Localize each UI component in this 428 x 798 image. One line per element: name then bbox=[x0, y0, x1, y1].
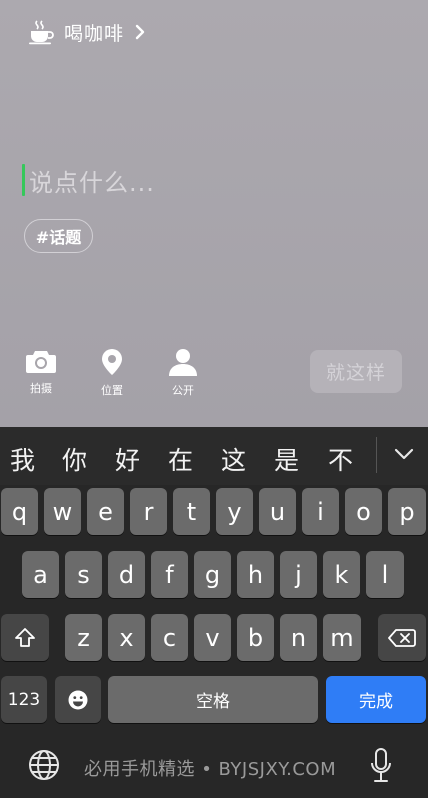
key-v[interactable]: v bbox=[194, 614, 231, 661]
key-f[interactable]: f bbox=[151, 551, 188, 598]
key-t[interactable]: t bbox=[173, 488, 210, 535]
key-c[interactable]: c bbox=[151, 614, 188, 661]
microphone-icon[interactable] bbox=[369, 747, 393, 783]
key-j[interactable]: j bbox=[280, 551, 317, 598]
candidate-word[interactable]: 我 bbox=[10, 441, 35, 477]
topic-chip-button[interactable]: #话题 bbox=[24, 219, 93, 253]
shift-icon bbox=[15, 627, 35, 647]
post-text-input[interactable]: 说点什么... bbox=[22, 158, 412, 202]
candidate-bar: 我 你 好 在 这 是 不 bbox=[0, 427, 428, 485]
candidate-word[interactable]: 好 bbox=[115, 441, 140, 477]
key-p[interactable]: p bbox=[388, 488, 426, 535]
chevron-down-icon[interactable] bbox=[393, 445, 415, 463]
person-icon bbox=[169, 349, 197, 376]
emoji-icon bbox=[68, 690, 88, 709]
location-button[interactable]: 位置 bbox=[90, 348, 134, 398]
mood-label: 喝咖啡 bbox=[64, 22, 125, 45]
candidate-word[interactable]: 在 bbox=[168, 441, 193, 477]
key-l[interactable]: l bbox=[366, 551, 404, 598]
candidate-word[interactable]: 是 bbox=[274, 441, 299, 477]
globe-icon[interactable] bbox=[28, 749, 60, 781]
delete-key[interactable] bbox=[378, 614, 426, 661]
done-key[interactable]: 完成 bbox=[326, 676, 426, 723]
key-k[interactable]: k bbox=[323, 551, 360, 598]
key-h[interactable]: h bbox=[237, 551, 274, 598]
coffee-cup-icon bbox=[29, 20, 54, 45]
key-b[interactable]: b bbox=[237, 614, 274, 661]
key-g[interactable]: g bbox=[194, 551, 231, 598]
key-w[interactable]: w bbox=[44, 488, 81, 535]
text-caret bbox=[22, 164, 25, 196]
space-key[interactable]: 空格 bbox=[108, 676, 318, 723]
location-label: 位置 bbox=[101, 384, 123, 397]
keyboard-bottom-bar: 必用手机精选 • BYJSJXY.COM bbox=[0, 741, 428, 798]
key-u[interactable]: u bbox=[259, 488, 296, 535]
key-d[interactable]: d bbox=[108, 551, 145, 598]
backspace-icon bbox=[388, 628, 416, 647]
shift-key[interactable] bbox=[1, 614, 49, 661]
photo-label: 拍摄 bbox=[30, 382, 52, 395]
candidate-word[interactable]: 这 bbox=[221, 441, 246, 477]
numbers-key[interactable]: 123 bbox=[1, 676, 47, 723]
visibility-label: 公开 bbox=[172, 384, 194, 397]
key-i[interactable]: i bbox=[302, 488, 339, 535]
camera-icon bbox=[26, 351, 56, 373]
key-y[interactable]: y bbox=[216, 488, 253, 535]
submit-button[interactable]: 就这样 bbox=[310, 350, 402, 393]
key-x[interactable]: x bbox=[108, 614, 145, 661]
key-q[interactable]: q bbox=[1, 488, 38, 535]
key-r[interactable]: r bbox=[130, 488, 167, 535]
key-s[interactable]: s bbox=[65, 551, 102, 598]
input-placeholder: 说点什么... bbox=[29, 168, 155, 197]
visibility-button[interactable]: 公开 bbox=[161, 348, 205, 398]
key-o[interactable]: o bbox=[345, 488, 382, 535]
location-pin-icon bbox=[102, 349, 122, 375]
key-e[interactable]: e bbox=[87, 488, 124, 535]
key-z[interactable]: z bbox=[65, 614, 102, 661]
candidate-word[interactable]: 你 bbox=[62, 441, 87, 477]
key-n[interactable]: n bbox=[280, 614, 317, 661]
keyboard: 我 你 好 在 这 是 不 q w e r t y u i o p a s d … bbox=[0, 427, 428, 798]
mood-selector[interactable]: 喝咖啡 bbox=[28, 16, 146, 48]
candidate-divider bbox=[376, 437, 377, 473]
emoji-key[interactable] bbox=[55, 676, 101, 723]
chevron-right-icon bbox=[135, 24, 145, 40]
candidate-word[interactable]: 不 bbox=[328, 441, 353, 477]
photo-button[interactable]: 拍摄 bbox=[19, 348, 63, 396]
key-m[interactable]: m bbox=[323, 614, 361, 661]
key-a[interactable]: a bbox=[22, 551, 59, 598]
watermark-text: 必用手机精选 • BYJSJXY.COM bbox=[84, 759, 337, 780]
post-composer: 喝咖啡 说点什么... #话题 拍摄 位置 公开 就这样 bbox=[0, 0, 428, 427]
